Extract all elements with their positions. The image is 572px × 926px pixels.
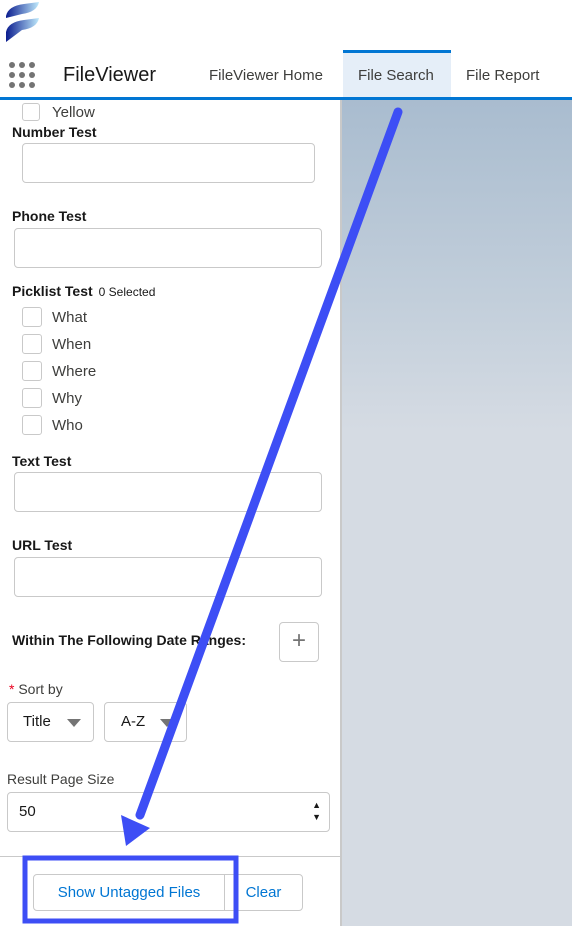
header: [0, 0, 572, 50]
search-form-panel: Yellow Number Test Phone Test Picklist T…: [0, 100, 342, 926]
tab-file-search[interactable]: File Search: [343, 50, 451, 97]
plus-icon: +: [291, 627, 306, 654]
phone-input[interactable]: [14, 228, 322, 268]
text-input[interactable]: [14, 472, 322, 512]
checkbox-label: Where: [52, 363, 97, 380]
picklist-label: Picklist Test 0 Selected: [12, 283, 156, 299]
checkbox-label: When: [52, 336, 92, 353]
background-area: [342, 100, 572, 926]
tab-file-report[interactable]: File Report: [451, 50, 554, 97]
date-ranges-label: Within The Following Date Ranges:: [12, 632, 246, 648]
checkbox-label: Yellow: [52, 104, 95, 121]
nav-bar: FileViewer FileViewer Home File Search F…: [0, 50, 572, 100]
checkbox-yellow[interactable]: [22, 103, 40, 121]
sort-label: * Sort by: [9, 681, 63, 697]
tab-fileviewer-home[interactable]: FileViewer Home: [194, 50, 338, 97]
clear-button[interactable]: Clear: [224, 874, 303, 911]
checkbox-where[interactable]: [22, 361, 42, 381]
checkbox-who[interactable]: [22, 415, 42, 435]
checkbox-when[interactable]: [22, 334, 42, 354]
checkbox-label: Who: [52, 417, 83, 434]
divider: [0, 856, 340, 857]
page-size-input[interactable]: 50 ▲ ▼: [7, 792, 330, 832]
show-untagged-files-button[interactable]: Show Untagged Files: [33, 874, 225, 911]
sort-order-select[interactable]: A-Z: [104, 702, 187, 742]
phone-label: Phone Test: [12, 208, 87, 224]
checkbox-label: What: [52, 309, 88, 326]
add-date-range-button[interactable]: +: [279, 622, 319, 662]
number-label: Number Test: [12, 124, 97, 140]
page-size-label: Result Page Size: [7, 771, 115, 787]
checkbox-label: Why: [52, 390, 82, 407]
sort-field-select[interactable]: Title: [7, 702, 94, 742]
url-input[interactable]: [14, 557, 322, 597]
number-input[interactable]: [22, 143, 315, 183]
picklist-count: 0 Selected: [98, 285, 156, 299]
caret-down-icon: [67, 719, 81, 727]
url-label: URL Test: [12, 537, 73, 553]
text-label: Text Test: [12, 453, 72, 469]
checkbox-why[interactable]: [22, 388, 42, 408]
checkbox-what[interactable]: [22, 307, 42, 327]
app-launcher-icon[interactable]: [9, 62, 35, 88]
caret-down-icon: [160, 719, 174, 727]
spinner-icon[interactable]: ▲ ▼: [312, 799, 321, 823]
app-name: FileViewer: [63, 64, 156, 86]
app-logo: [6, 2, 39, 42]
